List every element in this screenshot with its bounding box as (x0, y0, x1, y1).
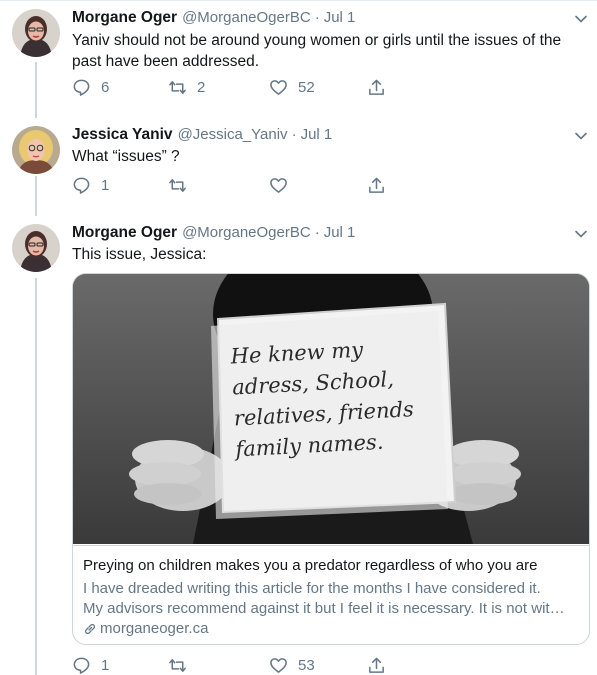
chevron-down-icon[interactable] (574, 12, 588, 26)
share-icon (369, 177, 384, 193)
retweet-icon (169, 178, 186, 192)
card-image-handwriting: He knew my adress, School, relatives, fr… (230, 331, 446, 466)
tweet-header: Jessica Yaniv @Jessica_Yaniv · Jul 1 (72, 126, 332, 144)
author-name[interactable]: Morgane Oger (72, 224, 177, 242)
reply-button[interactable]: 1 (72, 175, 109, 195)
tweet-text: What “issues” ? (72, 146, 572, 167)
avatar[interactable] (12, 9, 60, 57)
card-description-line: My advisors recommend against it but I f… (83, 600, 565, 617)
tweet-text-line: This issue, Jessica: (72, 246, 207, 263)
tweet-date[interactable]: Jul 1 (301, 126, 333, 143)
author-name[interactable]: Jessica Yaniv (72, 126, 173, 144)
author-name[interactable]: Morgane Oger (72, 9, 177, 27)
separator-dot: · (314, 224, 320, 241)
thread-line (35, 278, 37, 675)
like-count: 52 (298, 78, 315, 96)
link-icon (85, 623, 95, 634)
thread-line (35, 176, 37, 216)
heart-icon (270, 177, 287, 193)
tweet-actions: 1 53 (72, 655, 402, 675)
like-button[interactable]: 52 (269, 77, 315, 97)
card-description: I have dreaded writing this article for … (83, 579, 579, 619)
tweet-actions: 6 2 52 (72, 77, 402, 97)
retweet-button[interactable]: 2 (168, 77, 205, 97)
speech-bubble-icon (73, 177, 90, 194)
tweet-header: Morgane Oger @MorganeOgerBC · Jul 1 (72, 9, 355, 27)
reply-count: 1 (101, 656, 110, 674)
tweet-text-line: Yaniv should not be around young women o… (72, 32, 562, 49)
tweet-text: This issue, Jessica: (72, 244, 572, 265)
speech-bubble-icon (73, 79, 90, 96)
like-count: 53 (298, 656, 315, 674)
card-domain[interactable]: morganeoger.ca (83, 620, 208, 637)
share-icon (369, 657, 384, 673)
tweet-header: Morgane Oger @MorganeOgerBC · Jul 1 (72, 224, 355, 242)
reply-count: 6 (101, 78, 110, 96)
tweet-text-line: past have been addressed. (72, 53, 259, 70)
card-description-line: I have dreaded writing this article for … (83, 580, 541, 597)
reply-button[interactable]: 6 (72, 77, 109, 97)
tweet-date[interactable]: Jul 1 (324, 224, 356, 241)
retweet-button[interactable] (168, 655, 187, 675)
reply-count: 1 (101, 176, 110, 194)
tweet-actions: 1 (72, 175, 402, 195)
speech-bubble-icon (73, 657, 90, 674)
avatar[interactable] (12, 126, 60, 174)
retweet-icon (169, 80, 186, 94)
heart-icon (270, 657, 287, 673)
author-handle[interactable]: @Jessica_Yaniv (178, 126, 288, 143)
tweet-text: Yaniv should not be around young women o… (72, 30, 572, 72)
card-domain-text: morganeoger.ca (100, 620, 209, 637)
like-button[interactable] (269, 175, 288, 195)
chevron-down-icon[interactable] (574, 227, 588, 241)
author-handle[interactable]: @MorganeOgerBC (182, 224, 311, 241)
thread-line (35, 62, 37, 118)
share-button[interactable] (367, 175, 386, 195)
heart-icon (270, 79, 287, 95)
chevron-down-icon[interactable] (574, 129, 588, 143)
share-button[interactable] (367, 655, 386, 675)
card-body[interactable]: Preying on children makes you a predator… (73, 545, 589, 644)
tweet-text-line: What “issues” ? (72, 148, 180, 165)
tweet-date[interactable]: Jul 1 (324, 9, 356, 26)
separator-dot: · (291, 126, 297, 143)
top-divider (0, 0, 597, 1)
separator-dot: · (314, 9, 320, 26)
card-image: He knew my adress, School, relatives, fr… (73, 274, 589, 544)
share-icon (369, 79, 384, 95)
retweet-button[interactable] (168, 175, 187, 195)
retweet-count: 2 (197, 78, 206, 96)
card-title[interactable]: Preying on children makes you a predator… (83, 557, 537, 574)
author-handle[interactable]: @MorganeOgerBC (182, 9, 311, 26)
retweet-icon (169, 658, 186, 672)
like-button[interactable]: 53 (269, 655, 315, 675)
share-button[interactable] (367, 77, 386, 97)
link-preview-card[interactable]: He knew my adress, School, relatives, fr… (72, 273, 590, 645)
avatar[interactable] (12, 224, 60, 272)
reply-button[interactable]: 1 (72, 655, 109, 675)
